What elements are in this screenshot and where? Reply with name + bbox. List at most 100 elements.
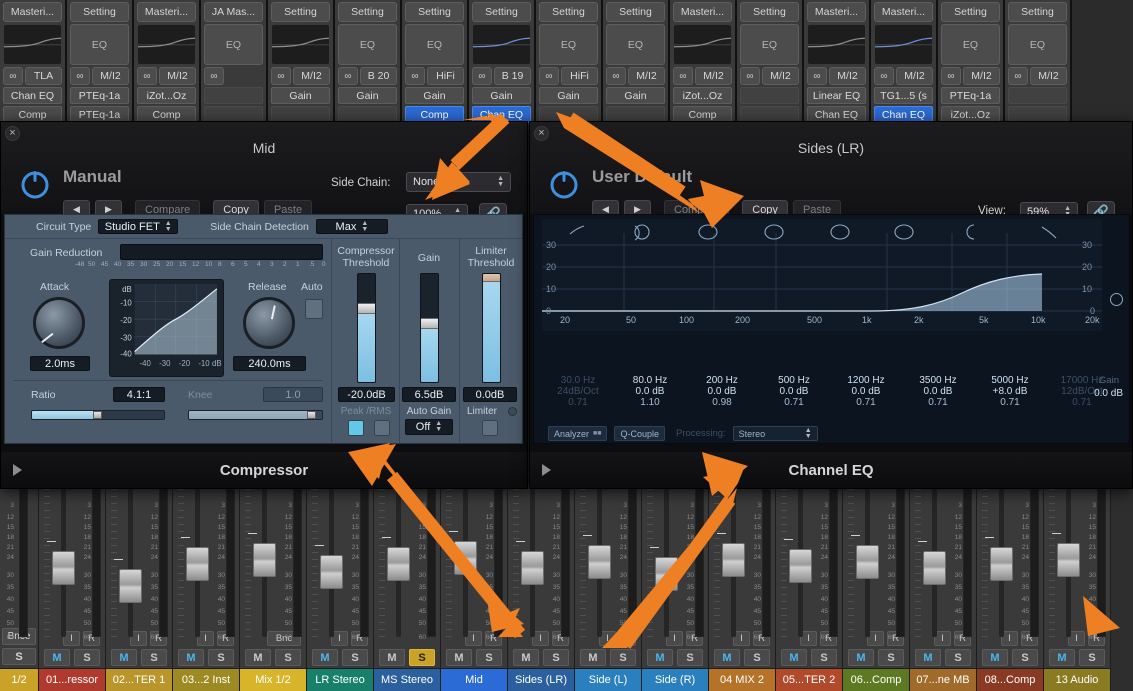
eq-band-gain[interactable]: 24dB/Oct	[542, 386, 614, 397]
mute-button[interactable]: M	[178, 649, 204, 666]
eq-band-gain[interactable]: 0.0 dB	[830, 386, 902, 397]
setting-button[interactable]: Setting	[1008, 2, 1067, 22]
mixer-channel-strip[interactable]: 3 12 15 18 21 24 30 35 40 45 50 60 I R M S 03...2 Inst	[173, 485, 240, 691]
setting-button[interactable]: Setting	[271, 2, 330, 22]
stereo-icon[interactable]: ∞	[606, 67, 626, 86]
power-icon[interactable]	[19, 168, 51, 200]
fader-handle[interactable]	[990, 547, 1013, 581]
output-label[interactable]: TLA	[25, 67, 62, 86]
solo-button[interactable]: S	[811, 649, 837, 666]
compressor-plugin-window[interactable]: × Mid Manual ◀ ▶ Compare Copy Paste Side…	[0, 121, 528, 489]
eq-band-frequency[interactable]: 200 Hz	[686, 375, 758, 386]
eq-band-gain[interactable]: 0.0 dB	[686, 386, 758, 397]
setting-button[interactable]: Setting	[539, 2, 598, 22]
eq-thumbnail[interactable]: EQ	[740, 23, 799, 66]
mute-button[interactable]: M	[1049, 649, 1075, 666]
eq-thumbnail[interactable]: EQ	[70, 23, 129, 66]
setting-button[interactable]: Masteri...	[137, 2, 196, 22]
output-label[interactable]: B 20	[360, 67, 397, 86]
setting-button[interactable]: Setting	[740, 2, 799, 22]
insert-slot[interactable]: Chan EQ	[3, 87, 62, 105]
output-label[interactable]: M/I2	[762, 67, 799, 86]
output-label[interactable]: M/I2	[293, 67, 330, 86]
mixer-channel-strip[interactable]: 3 12 15 18 21 24 30 35 40 45 50 60 I R M S Side (R)	[642, 485, 709, 691]
channel-name-bar[interactable]: 02...TER 1	[106, 668, 172, 691]
stereo-icon[interactable]: ∞	[472, 67, 492, 86]
setting-button[interactable]: Masteri...	[807, 2, 866, 22]
mixer-channel-strip[interactable]: 3 12 15 18 21 24 30 35 40 45 50 60 M S MS Stereo	[374, 485, 441, 691]
solo-button[interactable]: S	[744, 649, 770, 666]
mixer-channel-strip[interactable]: 3 12 15 18 21 24 30 35 40 45 50 60 I R M S Sides (LR)	[508, 485, 575, 691]
attack-knob[interactable]	[33, 297, 85, 349]
limiter-toggle[interactable]	[482, 420, 498, 436]
compressor-transfer-curve-graph[interactable]: dB -10 -20 -30 -40 -40 -30 -20 -10 dB	[109, 279, 224, 377]
close-icon[interactable]: ×	[5, 126, 20, 141]
slider-handle[interactable]	[421, 318, 438, 330]
setting-button[interactable]: Setting	[472, 2, 531, 22]
mute-button[interactable]: M	[848, 649, 874, 666]
setting-button[interactable]: JA Mas...	[204, 2, 263, 22]
eq-thumbnail[interactable]: EQ	[1008, 23, 1067, 66]
output-label[interactable]: M/I2	[1030, 67, 1067, 86]
output-label[interactable]: HiFi	[561, 67, 598, 86]
slider-handle[interactable]	[358, 302, 375, 314]
compressor-threshold-slider[interactable]	[357, 273, 376, 383]
compressor-preset-name[interactable]: Manual	[63, 167, 122, 187]
stereo-icon[interactable]: ∞	[271, 67, 291, 86]
fader-handle[interactable]	[454, 541, 477, 575]
mixer-channel-strip[interactable]: 3 12 15 18 21 24 30 35 40 45 50 60 I R M S 01...ressor	[39, 485, 106, 691]
channel-name-bar[interactable]: 05...TER 2	[776, 668, 842, 691]
mute-button[interactable]: M	[915, 649, 941, 666]
mute-button[interactable]: M	[245, 649, 271, 666]
eq-band-column[interactable]: 1200 Hz 0.0 dB 0.71	[830, 375, 902, 408]
eq-band-frequency[interactable]: 500 Hz	[758, 375, 830, 386]
makeup-gain-slider[interactable]	[420, 273, 439, 383]
channel-name-bar[interactable]: 06...Comp	[843, 668, 909, 691]
solo-button[interactable]: S	[342, 649, 368, 666]
output-label[interactable]: M/I2	[159, 67, 196, 86]
output-label[interactable]: M/I2	[963, 67, 1000, 86]
fader-handle[interactable]	[186, 547, 209, 581]
insert-slot[interactable]: Gain	[405, 87, 464, 105]
mute-button[interactable]: M	[580, 649, 606, 666]
channel-eq-preset-name[interactable]: User Default	[592, 167, 692, 187]
auto-gain-select[interactable]: Off ▲ ▼	[405, 419, 453, 435]
eq-band-q[interactable]: 0.71	[830, 397, 902, 408]
eq-band-frequency[interactable]: 3500 Hz	[902, 375, 974, 386]
eq-band-gain[interactable]: 0.0 dB	[902, 386, 974, 397]
channel-name-bar[interactable]: Mid	[441, 668, 507, 691]
eq-band-q[interactable]: 1.10	[614, 397, 686, 408]
eq-thumbnail[interactable]	[472, 23, 531, 66]
eq-band-gain[interactable]: 0.0 dB	[758, 386, 830, 397]
solo-button[interactable]: S	[476, 649, 502, 666]
stereo-icon[interactable]: ∞	[539, 67, 559, 86]
channel-name-bar[interactable]: 13 Audio	[1044, 668, 1110, 691]
eq-thumbnail[interactable]	[137, 23, 196, 66]
fader-handle[interactable]	[52, 551, 75, 585]
stereo-icon[interactable]: ∞	[338, 67, 358, 86]
solo-button[interactable]: S	[543, 649, 569, 666]
eq-band-gain[interactable]: +8.0 dB	[974, 386, 1046, 397]
insert-slot[interactable]: Gain	[338, 87, 397, 105]
fader-handle[interactable]	[655, 557, 678, 591]
eq-band-gain[interactable]: 0.0 dB	[614, 386, 686, 397]
stereo-icon[interactable]: ∞	[405, 67, 425, 86]
insert-slot[interactable]: PTEq-1a	[941, 87, 1000, 105]
setting-button[interactable]: Masteri...	[874, 2, 933, 22]
eq-thumbnail[interactable]	[673, 23, 732, 66]
mixer-channel-strip[interactable]: 3 12 15 18 21 24 30 35 40 45 50 60 I R M S 08...Comp	[977, 485, 1044, 691]
mixer-channel-strip[interactable]: 3 12 15 18 21 24 30 35 40 45 50 60 I R M S 04 MIX 2	[709, 485, 776, 691]
rms-toggle[interactable]	[374, 420, 390, 436]
channel-name-bar[interactable]: Mix 1/2	[240, 668, 306, 691]
power-icon[interactable]	[548, 168, 580, 200]
channel-name-bar[interactable]: 04 MIX 2	[709, 668, 775, 691]
eq-band-column[interactable]: 5000 Hz +8.0 dB 0.71	[974, 375, 1046, 408]
channel-name-bar[interactable]: 01...ressor	[39, 668, 105, 691]
fader-handle[interactable]	[1057, 543, 1080, 577]
stereo-icon[interactable]: ∞	[204, 67, 224, 86]
side-chain-select[interactable]: None ▲ ▼	[406, 172, 511, 192]
eq-band-frequency[interactable]: 80.0 Hz	[614, 375, 686, 386]
insert-slot[interactable]: PTEq-1a	[70, 87, 129, 105]
mixer-channel-strip[interactable]: 3 12 15 18 21 24 30 35 40 45 50 60 I R M S 02...TER 1	[106, 485, 173, 691]
mute-button[interactable]: M	[312, 649, 338, 666]
